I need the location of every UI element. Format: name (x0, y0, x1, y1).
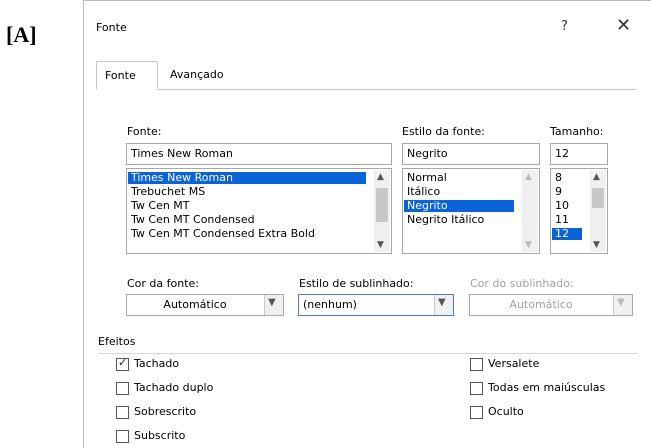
scroll-up-icon[interactable]: ▲ (593, 172, 600, 182)
checkbox-tachado-duplo[interactable] (116, 382, 129, 395)
scroll-down-icon[interactable]: ▼ (593, 240, 600, 250)
checkbox-versalete[interactable] (470, 358, 483, 371)
font-color-value: Automático (163, 298, 227, 311)
list-item[interactable]: Tw Cen MT Condensed (128, 214, 366, 226)
checkbox-label: Tachado (134, 357, 180, 370)
tab-avancado[interactable]: Avançado (162, 61, 242, 88)
list-item[interactable]: 12 (552, 228, 582, 240)
checkbox-tachado[interactable]: ✓ (116, 356, 129, 371)
list-item[interactable]: Trebuchet MS (128, 186, 366, 198)
underline-color-dropdown-button[interactable]: ▼ (613, 295, 632, 315)
checkbox-label: Tachado duplo (134, 381, 214, 394)
font-list[interactable]: Times New Roman Trebuchet MS Tw Cen MT T… (126, 168, 392, 254)
font-color-label: Cor da fonte: (127, 277, 200, 290)
font-list-scrollbar[interactable]: ▲ ▼ (374, 170, 390, 252)
checkbox-sobrescrito[interactable] (116, 406, 129, 419)
underline-color-dropdown[interactable]: Automático ▼ (469, 294, 633, 316)
list-item[interactable]: Normal (404, 172, 514, 184)
checkbox-todas-maiusculas[interactable] (470, 382, 483, 395)
list-item[interactable]: Tw Cen MT Condensed Extra Bold (128, 228, 366, 240)
effects-group-divider (98, 353, 638, 354)
font-color-dropdown[interactable]: Automático ▼ (126, 294, 284, 316)
style-input[interactable]: Negrito (402, 143, 540, 165)
font-input[interactable]: Times New Roman (126, 143, 392, 165)
list-item[interactable]: Times New Roman (128, 172, 366, 184)
size-list[interactable]: 8 9 10 11 12 ▲ ▼ (550, 168, 608, 254)
checkbox-subscrito[interactable] (116, 430, 129, 443)
close-button[interactable]: ✕ (616, 15, 631, 36)
list-item[interactable]: Negrito Itálico (404, 214, 514, 226)
scroll-down-icon[interactable]: ▼ (525, 240, 532, 250)
list-item[interactable]: 11 (552, 214, 582, 226)
checkbox-label: Versalete (488, 357, 540, 370)
list-item[interactable]: Negrito (404, 200, 514, 212)
tab-fonte[interactable]: Fonte (96, 61, 158, 90)
help-button[interactable]: ? (561, 19, 568, 34)
scroll-up-icon[interactable]: ▲ (525, 172, 532, 182)
list-item[interactable]: Itálico (404, 186, 514, 198)
font-dialog: Fonte ? ✕ Fonte Avançado Fonte: Times Ne… (83, 0, 651, 448)
underline-style-label: Estilo de sublinhado: (299, 277, 414, 290)
size-input[interactable]: 12 (550, 143, 608, 165)
chevron-down-icon: ▼ (438, 297, 446, 308)
style-list[interactable]: Normal Itálico Negrito Negrito Itálico ▲… (402, 168, 540, 254)
list-item[interactable]: 8 (552, 172, 582, 184)
scroll-thumb[interactable] (376, 188, 388, 222)
effects-label: Efeitos (98, 335, 136, 348)
checkbox-label: Subscrito (134, 429, 186, 442)
font-color-dropdown-button[interactable]: ▼ (264, 295, 283, 315)
scroll-down-icon[interactable]: ▼ (377, 240, 384, 250)
list-item[interactable]: Tw Cen MT (128, 200, 366, 212)
tab-bar: Fonte Avançado (96, 61, 636, 90)
checkbox-oculto[interactable] (470, 406, 483, 419)
underline-style-dropdown-button[interactable]: ▼ (434, 295, 453, 315)
scroll-up-icon[interactable]: ▲ (377, 172, 384, 182)
size-list-scrollbar[interactable]: ▲ ▼ (590, 170, 606, 252)
checkbox-label: Todas em maiúsculas (488, 381, 606, 394)
underline-style-dropdown[interactable]: (nenhum) ▼ (298, 294, 454, 316)
scroll-thumb[interactable] (592, 188, 604, 208)
list-item[interactable]: 10 (552, 200, 582, 212)
question-tag: [A] (6, 22, 37, 47)
checkbox-label: Sobrescrito (134, 405, 197, 418)
font-label: Fonte: (127, 125, 162, 138)
window-title: Fonte (96, 21, 127, 34)
checkbox-label: Oculto (488, 405, 524, 418)
chevron-down-icon: ▼ (617, 297, 625, 308)
list-item[interactable]: 9 (552, 186, 582, 198)
size-label: Tamanho: (550, 125, 604, 138)
style-label: Estilo da fonte: (402, 125, 485, 138)
check-icon: ✓ (118, 356, 128, 369)
style-list-scrollbar[interactable]: ▲ ▼ (522, 170, 538, 252)
underline-color-label: Cor do sublinhado: (470, 277, 574, 290)
underline-color-value: Automático (509, 298, 573, 311)
chevron-down-icon: ▼ (268, 297, 276, 308)
underline-style-value: (nenhum) (303, 298, 357, 311)
